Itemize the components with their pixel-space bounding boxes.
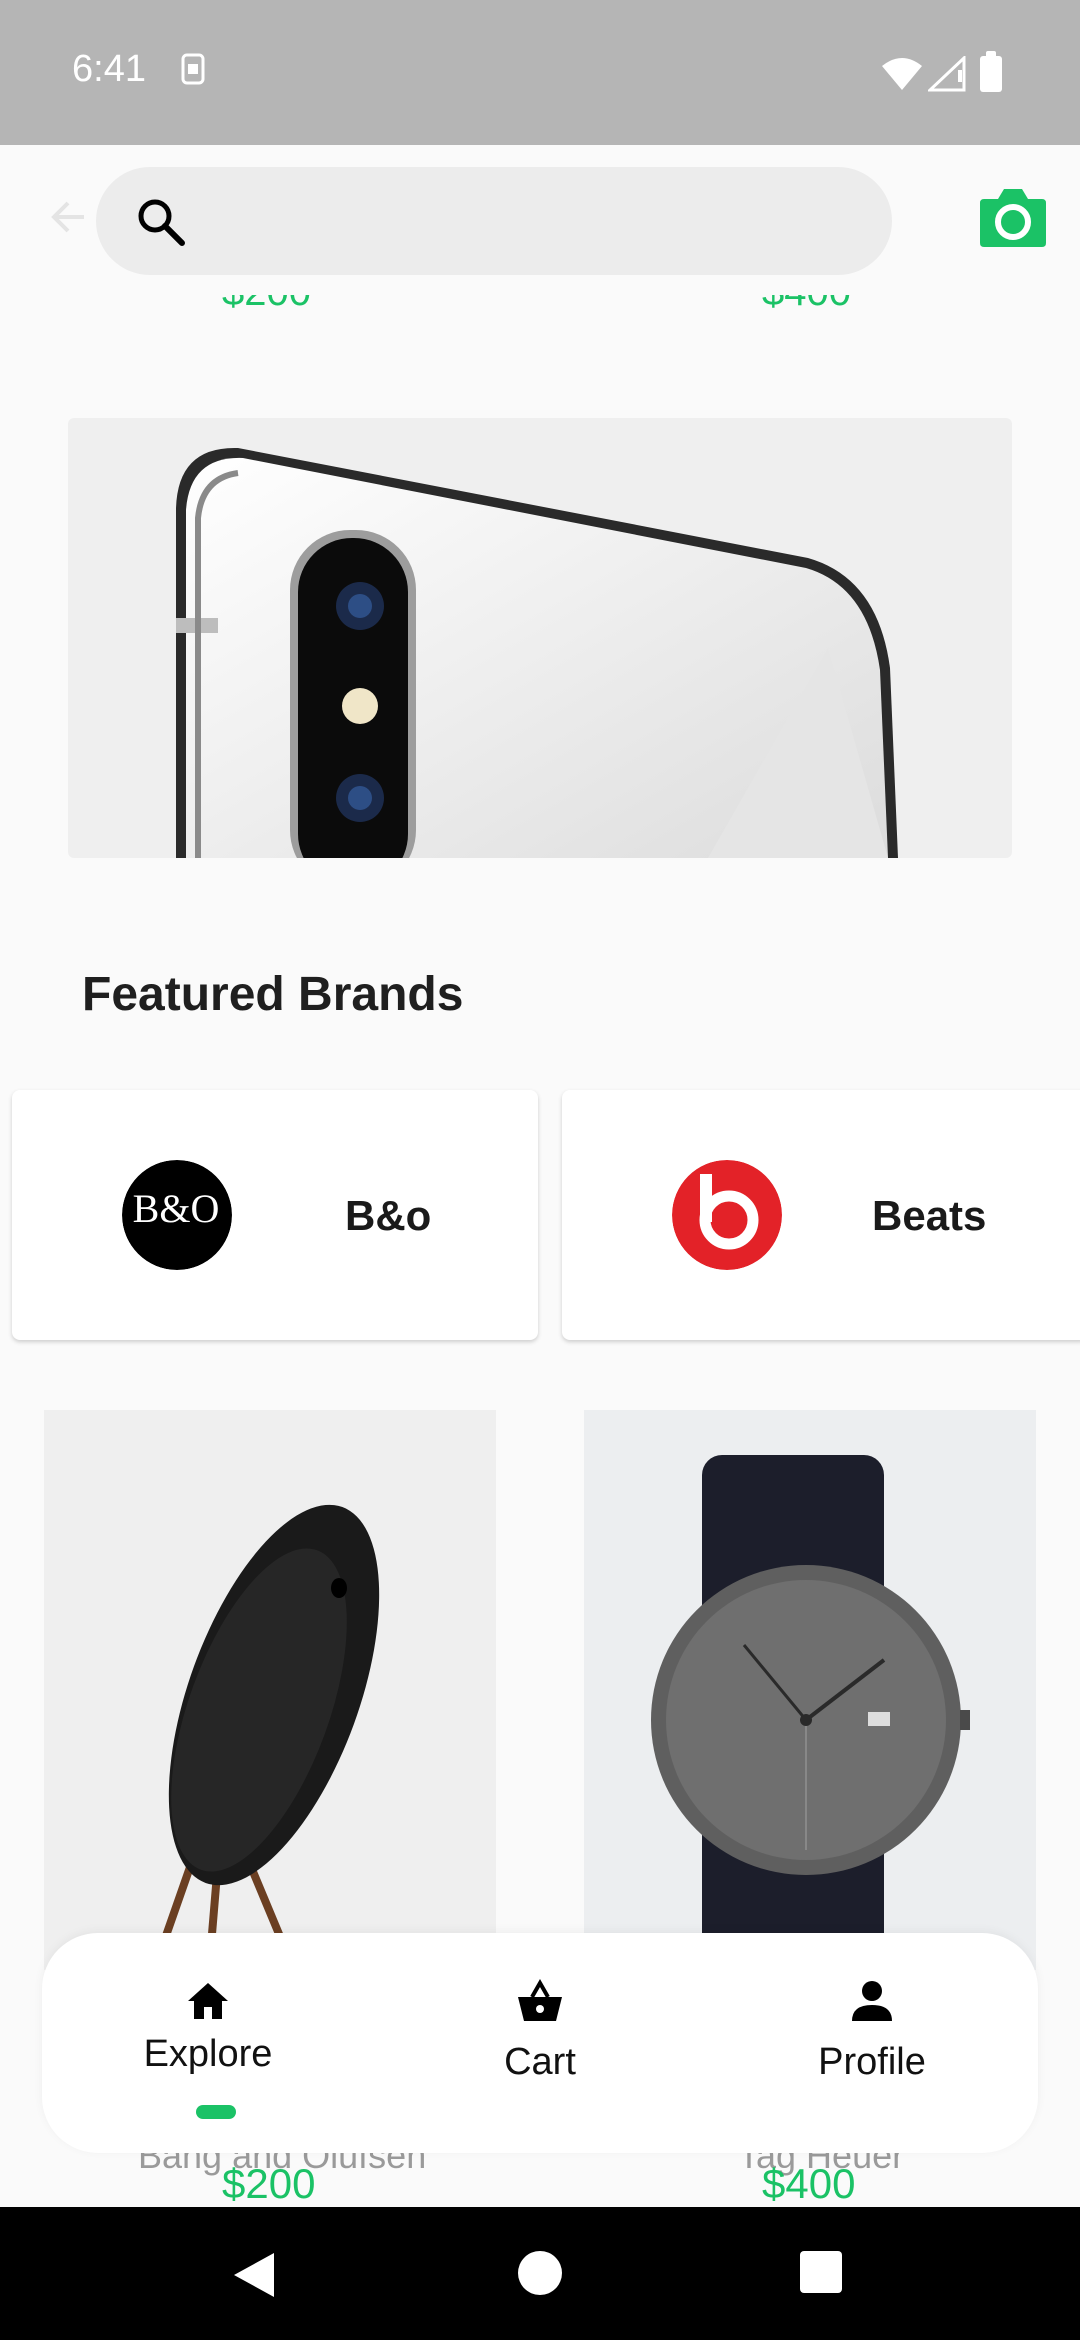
search-field[interactable]	[96, 167, 892, 275]
nav-label: Cart	[504, 2041, 576, 2083]
signal-icon	[928, 56, 966, 92]
status-bar: 6:41	[0, 0, 1080, 145]
top-search-bar	[0, 145, 1080, 295]
beats-logo-icon	[672, 1160, 782, 1270]
battery-icon	[980, 51, 1002, 92]
product-card[interactable]	[584, 1410, 1036, 1970]
nav-label: Explore	[143, 2033, 273, 2075]
system-back-icon[interactable]	[232, 2251, 276, 2299]
svg-text:B&O: B&O	[133, 1186, 220, 1231]
brand-card-beats[interactable]: Beats	[562, 1090, 1080, 1340]
bottom-navigation: Explore Cart Profile	[42, 1933, 1038, 2153]
system-recents-icon[interactable]	[800, 2251, 842, 2293]
watch-image	[651, 1455, 970, 1970]
nav-label: Profile	[818, 2041, 926, 2083]
bo-logo-icon: B&O	[122, 1160, 232, 1270]
nav-item-cart[interactable]: Cart	[374, 1933, 706, 2153]
system-navigation-bar	[0, 2207, 1080, 2340]
search-input[interactable]	[206, 187, 860, 255]
explore-screen: $200 $400 Featured Brands	[0, 145, 1080, 2207]
sim-icon	[181, 53, 205, 85]
phone-banner-image[interactable]	[68, 418, 1012, 858]
product-price: $400	[762, 2160, 856, 2207]
brand-card-bo[interactable]: B&O B&o	[12, 1090, 538, 1340]
featured-brands-title: Featured Brands	[82, 968, 464, 1021]
product-card[interactable]	[44, 1410, 496, 1970]
product-price: $200	[222, 2160, 316, 2207]
speaker-image	[150, 1504, 380, 1970]
brand-name: Beats	[872, 1192, 987, 1239]
search-icon	[138, 199, 185, 246]
system-home-icon[interactable]	[518, 2251, 562, 2295]
status-time: 6:41	[72, 48, 146, 90]
active-indicator	[196, 2105, 236, 2119]
back-arrow-icon[interactable]	[48, 197, 88, 237]
person-icon	[852, 1981, 892, 2021]
brand-name: B&o	[345, 1192, 432, 1239]
phone-illustration	[176, 447, 898, 858]
camera-icon[interactable]	[978, 185, 1048, 247]
wifi-icon	[882, 58, 922, 90]
nav-item-explore[interactable]: Explore	[42, 1933, 374, 2153]
nav-item-profile[interactable]: Profile	[706, 1933, 1038, 2153]
home-icon	[188, 1983, 228, 2019]
basket-icon	[518, 1978, 562, 2021]
